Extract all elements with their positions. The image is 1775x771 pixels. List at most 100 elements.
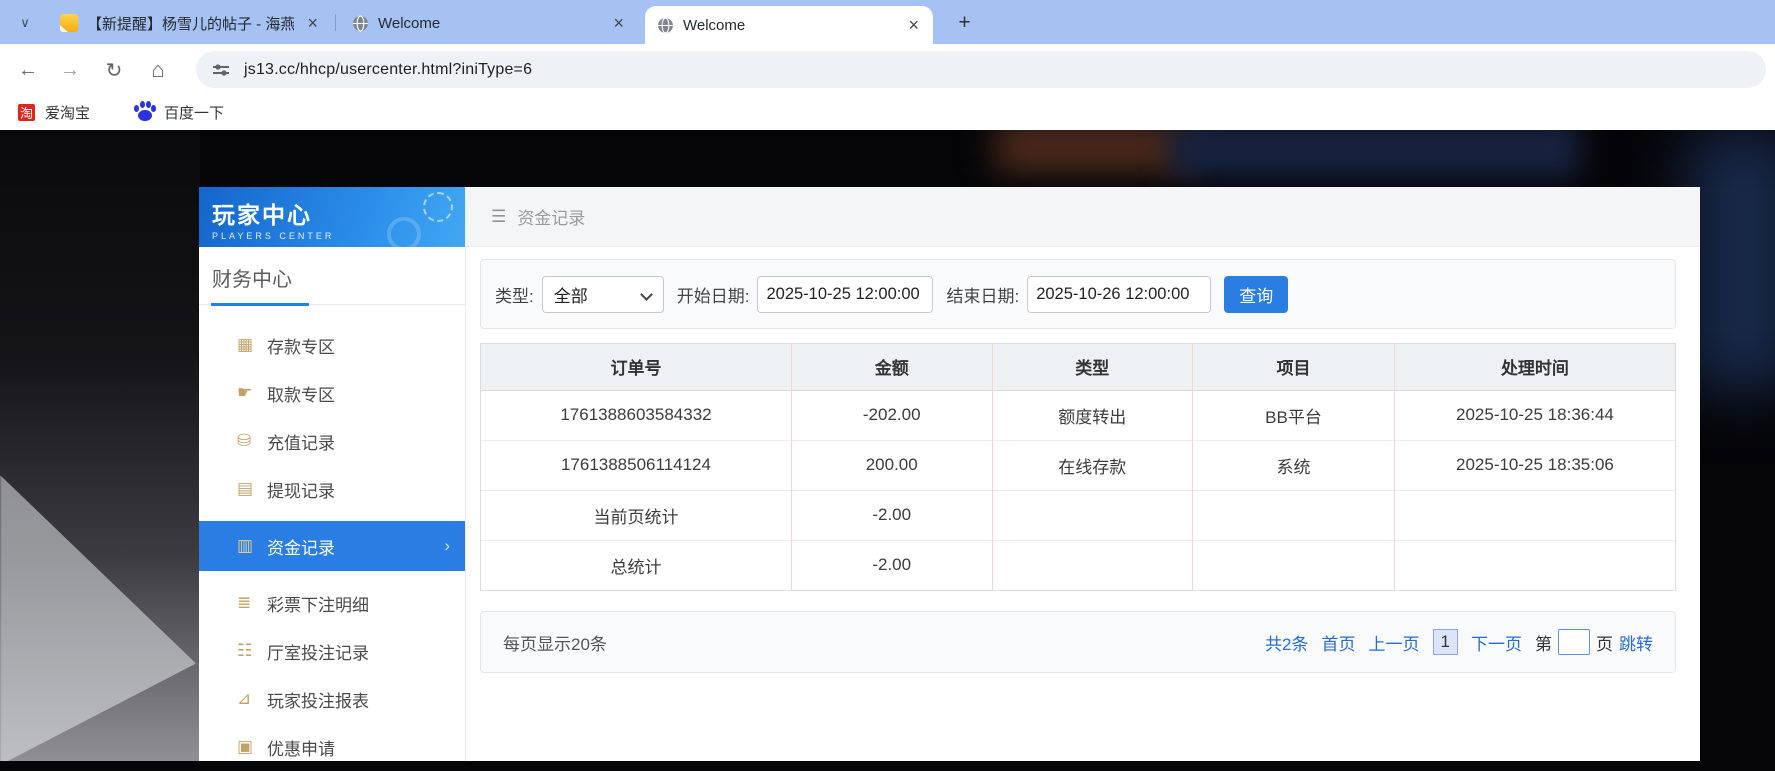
start-date-label: 开始日期: [677, 282, 750, 307]
player-report-icon: ⊿ [237, 689, 267, 709]
withdraw-icon: ☛ [237, 383, 267, 403]
prev-page-link[interactable]: 上一页 [1369, 630, 1420, 655]
cell-type: 在线存款 [992, 440, 1193, 490]
sidebar-menu: ▦ 存款专区 ☛ 取款专区 ⛁ 充值记录 ▤ 提现记录 ▥ 资金记录 › ≣ 彩… [199, 321, 465, 771]
tab-separator [335, 14, 336, 31]
cell-project: BB平台 [1193, 390, 1395, 440]
tab-welcome-1[interactable]: Welcome × [340, 8, 638, 38]
first-page-link[interactable]: 首页 [1322, 630, 1356, 655]
main-content: ☰ 资金记录 类型: 全部 开始日期: 结束日期: 查询 订单号 金额 类型 项… [466, 187, 1700, 761]
table-header-row: 订单号 金额 类型 项目 处理时间 [481, 344, 1675, 390]
col-processed: 处理时间 [1394, 344, 1675, 390]
sidebar-item-funds-record[interactable]: ▥ 资金记录 › [199, 521, 465, 571]
baidu-paw-icon [134, 101, 156, 123]
recharge-record-icon: ⛁ [237, 431, 267, 451]
start-date-input[interactable] [757, 276, 933, 313]
lottery-detail-icon: ≣ [237, 593, 267, 613]
total-count: 共2条 [1265, 630, 1308, 655]
table-row-grand-total: 总统计 -2.00 [481, 540, 1675, 590]
bookmark-label: 百度一下 [164, 102, 224, 123]
sidebar-item-withdraw[interactable]: ☛ 取款专区 [199, 369, 465, 417]
url-text: js13.cc/hhcp/usercenter.html?iniType=6 [244, 61, 532, 79]
end-date-label: 结束日期: [946, 282, 1019, 307]
background-blur-patch [1170, 130, 1580, 178]
search-button[interactable]: 查询 [1224, 276, 1288, 313]
page-number-input[interactable] [1558, 629, 1590, 655]
table-row-page-total: 当前页统计 -2.00 [481, 490, 1675, 540]
next-page-link[interactable]: 下一页 [1471, 630, 1522, 655]
tab-strip: ∨ 【新提醒】杨雪儿的帖子 - 海燕 × Welcome × Welcome ×… [0, 0, 1775, 44]
pagination-controls: 共2条 首页 上一页 1 下一页 第 页 跳转 [1265, 629, 1653, 655]
col-amount: 金额 [791, 344, 992, 390]
deposit-icon: ▦ [237, 335, 267, 355]
globe-favicon [352, 15, 369, 32]
hall-bet-record-icon: ☷ [237, 641, 267, 661]
forward-icon[interactable]: → [56, 56, 84, 84]
cell-processed: 2025-10-25 18:36:44 [1394, 390, 1675, 440]
background-left-gradient [0, 130, 200, 761]
cell-order-id: 1761388506114124 [481, 440, 791, 490]
new-tab-button[interactable]: + [951, 9, 978, 36]
tab-title: Welcome [683, 17, 895, 34]
bookmarks-bar: 淘 爱淘宝 百度一下 [0, 94, 1775, 130]
back-icon[interactable]: ← [14, 56, 42, 84]
table-row: 1761388603584332 -202.00 额度转出 BB平台 2025-… [481, 390, 1675, 440]
withdraw-record-icon: ▤ [237, 479, 267, 499]
url-bar[interactable]: js13.cc/hhcp/usercenter.html?iniType=6 [196, 51, 1766, 88]
type-select[interactable]: 全部 [542, 276, 664, 313]
sidebar-item-promo-apply[interactable]: ▣ 优惠申请 [199, 723, 465, 771]
cell-amount: -2.00 [791, 540, 992, 590]
sidebar-header: 玩家中心 PLAYERS CENTER [199, 187, 465, 247]
filter-panel: 类型: 全部 开始日期: 结束日期: 查询 [480, 259, 1676, 329]
col-order-id: 订单号 [481, 344, 791, 390]
close-icon[interactable]: × [904, 15, 923, 36]
background-blur-patch [1688, 130, 1775, 390]
close-icon[interactable]: × [609, 13, 628, 34]
tab-welcome-2-active[interactable]: Welcome × [645, 6, 933, 44]
funds-record-icon: ▥ [237, 536, 267, 556]
home-icon[interactable]: ⌂ [144, 56, 172, 84]
jump-prefix: 第 [1535, 630, 1552, 655]
reload-icon[interactable]: ↻ [100, 56, 128, 84]
tune-icon [212, 63, 230, 77]
tab-forum-post[interactable]: 【新提醒】杨雪儿的帖子 - 海燕 × [48, 8, 332, 38]
jump-link[interactable]: 跳转 [1619, 630, 1653, 655]
bookmark-taobao[interactable]: 淘 爱淘宝 [16, 102, 90, 123]
sidebar-section-finance: 财务中心 [199, 247, 465, 305]
cell-project: 系统 [1193, 440, 1395, 490]
circle-decoration-icon [387, 217, 421, 247]
sidebar-item-player-report[interactable]: ⊿ 玩家投注报表 [199, 675, 465, 723]
col-project: 项目 [1193, 344, 1395, 390]
table-row: 1761388506114124 200.00 在线存款 系统 2025-10-… [481, 440, 1675, 490]
current-page-badge[interactable]: 1 [1433, 629, 1458, 655]
hamburger-icon[interactable]: ☰ [491, 207, 506, 227]
funds-table: 订单号 金额 类型 项目 处理时间 1761388603584332 -202.… [480, 343, 1676, 591]
tab-title: Welcome [378, 15, 600, 32]
cell-label: 总统计 [481, 540, 791, 590]
sidebar-item-lottery-detail[interactable]: ≣ 彩票下注明细 [199, 579, 465, 627]
sidebar-item-withdraw-record[interactable]: ▤ 提现记录 [199, 465, 465, 513]
tab-title: 【新提醒】杨雪儿的帖子 - 海燕 [87, 13, 294, 34]
chevron-right-icon: › [444, 536, 450, 556]
promo-apply-icon: ▣ [237, 737, 267, 757]
chip-decoration-icon [423, 192, 453, 222]
end-date-input[interactable] [1027, 276, 1211, 313]
bookmark-baidu[interactable]: 百度一下 [134, 101, 224, 123]
background-blur-patch [995, 130, 1190, 172]
sidebar-item-hall-bet-record[interactable]: ☷ 厅室投注记录 [199, 627, 465, 675]
jump-suffix: 页 [1596, 630, 1613, 655]
cell-amount: -202.00 [791, 390, 992, 440]
type-label: 类型: [495, 282, 534, 307]
page-size-text: 每页显示20条 [503, 630, 607, 655]
bookmark-label: 爱淘宝 [45, 102, 90, 123]
note-favicon [60, 14, 78, 32]
background-triangle-watermark [0, 475, 196, 761]
close-icon[interactable]: × [303, 13, 322, 34]
sidebar-item-deposit[interactable]: ▦ 存款专区 [199, 321, 465, 369]
cell-type: 额度转出 [992, 390, 1193, 440]
tab-search-button[interactable]: ∨ [12, 10, 38, 36]
page-title: 资金记录 [517, 204, 585, 229]
taobao-icon: 淘 [16, 102, 37, 123]
sidebar-item-recharge-record[interactable]: ⛁ 充值记录 [199, 417, 465, 465]
pagination-bar: 每页显示20条 共2条 首页 上一页 1 下一页 第 页 跳转 [480, 611, 1676, 673]
